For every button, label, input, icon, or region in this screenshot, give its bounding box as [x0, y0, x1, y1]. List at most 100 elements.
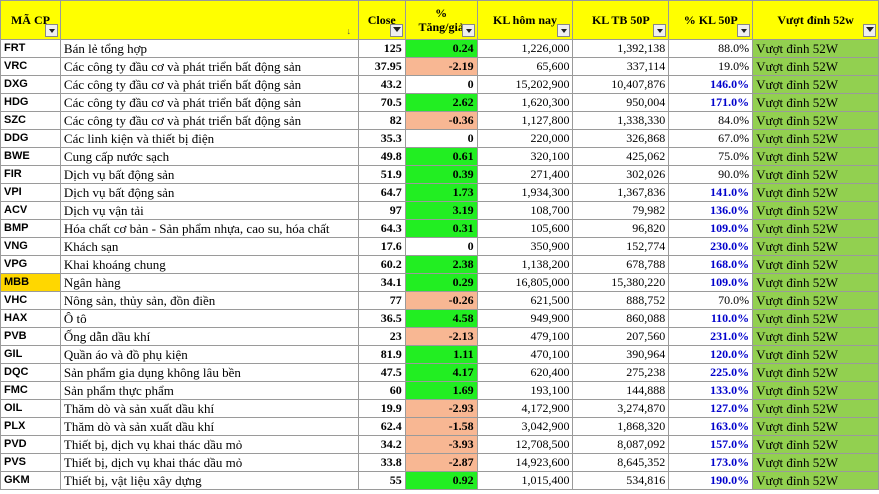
table-row[interactable]: PLX Thăm dò và sản xuất dầu khí 62.4 -1.58 3… — [0, 417, 879, 436]
cell-pct-change[interactable]: -2.13 — [404, 327, 478, 346]
cell-pct-change[interactable]: 4.17 — [404, 363, 478, 382]
table-row[interactable]: DDG Các linh kiện và thiết bị điện 35.3 0 22… — [0, 129, 879, 148]
table-row[interactable]: HAX Ô tô 36.5 4.58 949,900 860,088 110.0% Vượt … — [0, 309, 879, 328]
cell-sector[interactable]: Các công ty đầu cơ và phát triển bất độn… — [59, 57, 359, 76]
cell-close[interactable]: 125 — [357, 39, 406, 58]
cell-breakout[interactable]: Vượt đỉnh 52W — [752, 417, 879, 436]
cell-kl-today[interactable]: 621,500 — [476, 291, 574, 310]
cell-kl-avg[interactable]: 96,820 — [572, 219, 670, 238]
table-row[interactable]: GKM Thiết bị, vật liệu xây dựng 55 0.92 1,01… — [0, 471, 879, 490]
sort-ascending-icon[interactable]: ↓ — [343, 25, 355, 37]
cell-pct-change[interactable]: -0.36 — [404, 111, 478, 130]
cell-breakout[interactable]: Vượt đỉnh 52W — [752, 57, 879, 76]
table-row[interactable]: VPG Khai khoáng chung 60.2 2.38 1,138,200 678… — [0, 255, 879, 274]
cell-kl-today[interactable]: 1,015,400 — [476, 471, 574, 490]
cell-code[interactable]: ACV — [0, 201, 61, 220]
cell-code[interactable]: DXG — [0, 75, 61, 94]
cell-kl-avg[interactable]: 425,062 — [572, 147, 670, 166]
cell-code[interactable]: GKM — [0, 471, 61, 490]
cell-kl-avg[interactable]: 860,088 — [572, 309, 670, 328]
cell-close[interactable]: 33.8 — [357, 453, 406, 472]
cell-kl-avg[interactable]: 207,560 — [572, 327, 670, 346]
cell-pct-change[interactable]: 0 — [404, 129, 478, 148]
table-row[interactable]: BMP Hóa chất cơ bản - Sản phẩm nhựa, cao … — [0, 219, 879, 238]
cell-close[interactable]: 47.5 — [357, 363, 406, 382]
cell-kl-today[interactable]: 108,700 — [476, 201, 574, 220]
cell-kl-today[interactable]: 65,600 — [476, 57, 574, 76]
cell-kl-avg[interactable]: 1,868,320 — [572, 417, 670, 436]
cell-breakout[interactable]: Vượt đỉnh 52W — [752, 291, 879, 310]
cell-close[interactable]: 62.4 — [357, 417, 406, 436]
cell-kl-today[interactable]: 14,923,600 — [476, 453, 574, 472]
cell-breakout[interactable]: Vượt đỉnh 52W — [752, 399, 879, 418]
table-row[interactable]: VRC Các công ty đầu cơ và phát triển bất … — [0, 57, 879, 76]
cell-close[interactable]: 17.6 — [357, 237, 406, 256]
cell-kl-today[interactable]: 470,100 — [476, 345, 574, 364]
cell-code[interactable]: BWE — [0, 147, 61, 166]
filter-active-icon[interactable] — [389, 24, 403, 37]
cell-sector[interactable]: Dịch vụ vận tải — [59, 201, 359, 220]
cell-breakout[interactable]: Vượt đỉnh 52W — [752, 273, 879, 292]
cell-kl-avg[interactable]: 326,868 — [572, 129, 670, 148]
cell-pct-change[interactable]: 1.73 — [404, 183, 478, 202]
table-row[interactable]: FIR Dịch vụ bất động sản 51.9 0.39 271,400 30… — [0, 165, 879, 184]
table-row[interactable]: DQC Sản phẩm gia dụng không lâu bền 47.5 4.… — [0, 363, 879, 382]
cell-sector[interactable]: Thăm dò và sản xuất dầu khí — [59, 399, 359, 418]
table-row[interactable]: DXG Các công ty đầu cơ và phát triển bất … — [0, 75, 879, 94]
cell-close[interactable]: 36.5 — [357, 309, 406, 328]
cell-code[interactable]: HDG — [0, 93, 61, 112]
cell-breakout[interactable]: Vượt đỉnh 52W — [752, 363, 879, 382]
cell-sector[interactable]: Dịch vụ bất động sản — [59, 165, 359, 184]
cell-code[interactable]: FRT — [0, 39, 61, 58]
cell-pct-change[interactable]: 0.92 — [404, 471, 478, 490]
cell-pct-change[interactable]: -2.87 — [404, 453, 478, 472]
cell-pct-change[interactable]: 2.62 — [404, 93, 478, 112]
cell-breakout[interactable]: Vượt đỉnh 52W — [752, 147, 879, 166]
cell-pct-kl[interactable]: 173.0% — [668, 453, 754, 472]
cell-code[interactable]: PLX — [0, 417, 61, 436]
filter-dropdown-icon[interactable] — [653, 24, 667, 37]
cell-code[interactable]: DDG — [0, 129, 61, 148]
cell-sector[interactable]: Ô tô — [59, 309, 359, 328]
cell-close[interactable]: 19.9 — [357, 399, 406, 418]
cell-pct-kl[interactable]: 133.0% — [668, 381, 754, 400]
cell-pct-kl[interactable]: 75.0% — [668, 147, 754, 166]
cell-pct-change[interactable]: 4.58 — [404, 309, 478, 328]
cell-breakout[interactable]: Vượt đỉnh 52W — [752, 75, 879, 94]
cell-code[interactable]: PVD — [0, 435, 61, 454]
cell-pct-kl[interactable]: 109.0% — [668, 219, 754, 238]
cell-kl-today[interactable]: 350,900 — [476, 237, 574, 256]
cell-kl-avg[interactable]: 534,816 — [572, 471, 670, 490]
cell-code[interactable]: DQC — [0, 363, 61, 382]
cell-pct-change[interactable]: 0.29 — [404, 273, 478, 292]
cell-pct-change[interactable]: -0.26 — [404, 291, 478, 310]
cell-sector[interactable]: Các công ty đầu cơ và phát triển bất độn… — [59, 93, 359, 112]
cell-close[interactable]: 35.3 — [357, 129, 406, 148]
cell-sector[interactable]: Thiết bị, dịch vụ khai thác dầu mỏ — [59, 453, 359, 472]
cell-kl-today[interactable]: 16,805,000 — [476, 273, 574, 292]
cell-sector[interactable]: Quần áo và đồ phụ kiện — [59, 345, 359, 364]
cell-code[interactable]: VNG — [0, 237, 61, 256]
cell-breakout[interactable]: Vượt đỉnh 52W — [752, 165, 879, 184]
cell-sector[interactable]: Ống dẫn dầu khí — [59, 327, 359, 346]
cell-pct-change[interactable]: 0.39 — [404, 165, 478, 184]
table-row[interactable]: FMC Sản phẩm thực phẩm 60 1.69 193,100 144,88… — [0, 381, 879, 400]
table-row[interactable]: PVS Thiết bị, dịch vụ khai thác dầu mỏ 33.… — [0, 453, 879, 472]
cell-close[interactable]: 60.2 — [357, 255, 406, 274]
cell-kl-avg[interactable]: 3,274,870 — [572, 399, 670, 418]
cell-pct-kl[interactable]: 141.0% — [668, 183, 754, 202]
cell-kl-avg[interactable]: 8,645,352 — [572, 453, 670, 472]
cell-sector[interactable]: Các linh kiện và thiết bị điện — [59, 129, 359, 148]
cell-sector[interactable]: Các công ty đầu cơ và phát triển bất độn… — [59, 75, 359, 94]
cell-breakout[interactable]: Vượt đỉnh 52W — [752, 219, 879, 238]
cell-breakout[interactable]: Vượt đỉnh 52W — [752, 39, 879, 58]
filter-active-icon[interactable] — [863, 24, 876, 37]
cell-close[interactable]: 43.2 — [357, 75, 406, 94]
cell-kl-today[interactable]: 1,226,000 — [476, 39, 574, 58]
cell-kl-avg[interactable]: 1,338,330 — [572, 111, 670, 130]
cell-code[interactable]: GIL — [0, 345, 61, 364]
table-row[interactable]: FRT Bán lẻ tổng hợp 125 0.24 1,226,000 1,392,… — [0, 39, 879, 58]
table-row[interactable]: VHC Nông sản, thủy sản, đồn điền 77 -0.26 62… — [0, 291, 879, 310]
cell-kl-avg[interactable]: 8,087,092 — [572, 435, 670, 454]
cell-kl-avg[interactable]: 10,407,876 — [572, 75, 670, 94]
